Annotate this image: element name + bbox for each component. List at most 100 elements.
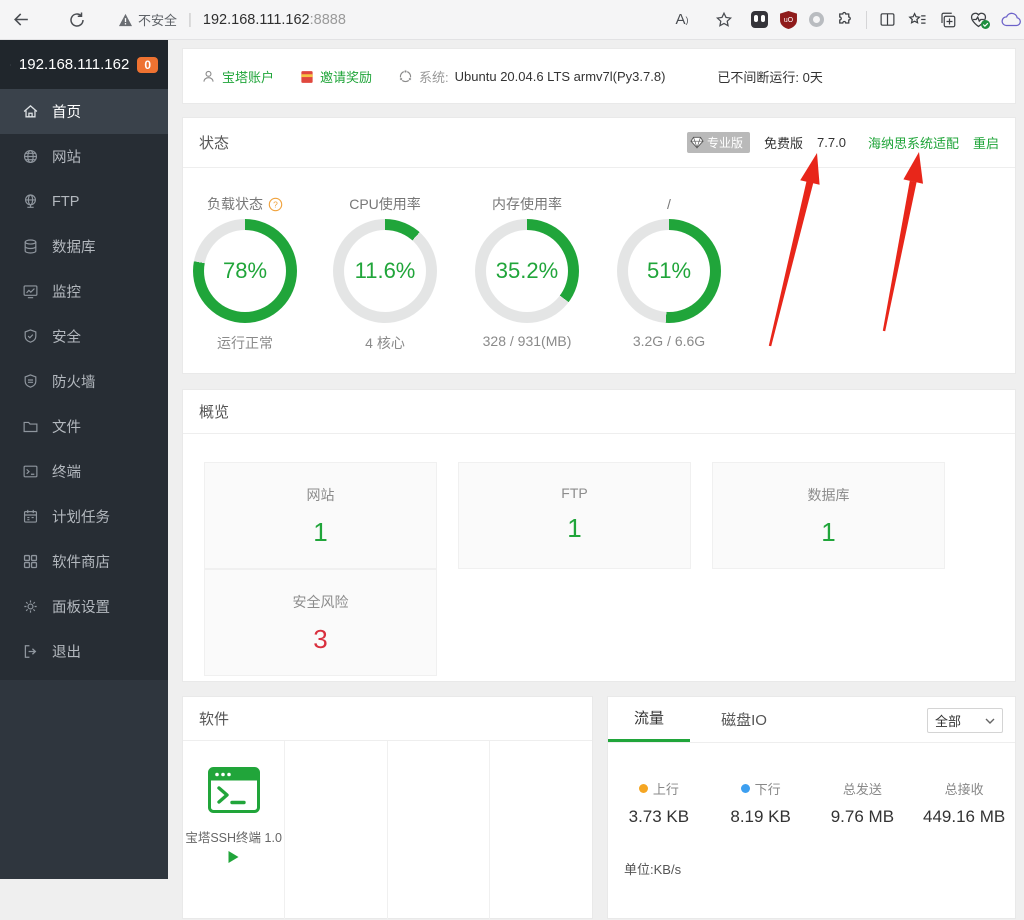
- extension-dark-icon[interactable]: [751, 11, 768, 28]
- gauge-memory: 内存使用率 35.2% 328 / 931(MB): [465, 194, 589, 349]
- gauge-sub: 运行正常: [183, 333, 307, 353]
- message-count-badge[interactable]: 0: [137, 57, 158, 73]
- gauge-value: 35.2%: [496, 258, 558, 284]
- sidebar-item-label: 终端: [52, 461, 81, 482]
- collections-icon[interactable]: [939, 11, 957, 29]
- toolbar-divider: [866, 11, 867, 29]
- upstream-dot-icon: [639, 784, 648, 793]
- database-icon: [22, 238, 39, 255]
- overview-value: 1: [459, 513, 690, 544]
- address-bar[interactable]: 不安全 | 192.168.111.162:8888: [118, 10, 667, 29]
- sidebar-item-monitor[interactable]: 监控: [0, 269, 168, 314]
- sidebar-item-label: 软件商店: [52, 551, 110, 572]
- security-label: 不安全: [138, 10, 177, 29]
- refresh-icon[interactable]: [62, 5, 92, 35]
- stat-value: 449.16 MB: [913, 807, 1015, 827]
- cloud-icon[interactable]: [1000, 12, 1022, 28]
- sidebar-item-label: 监控: [52, 281, 81, 302]
- sidebar-item-settings[interactable]: 面板设置: [0, 584, 168, 629]
- terminal-icon: [22, 463, 39, 480]
- gauge-label: /: [667, 196, 671, 212]
- sidebar-item-home[interactable]: 首页: [0, 89, 168, 134]
- gauge-ring: 35.2%: [475, 219, 579, 323]
- gear-icon: [22, 598, 39, 615]
- edition-label: 免费版: [764, 133, 803, 152]
- software-empty-cell: [285, 741, 387, 920]
- sidebar-item-logout[interactable]: 退出: [0, 629, 168, 674]
- traffic-tabs: 流量 磁盘IO 全部: [608, 697, 1015, 743]
- ublock-icon[interactable]: uO: [780, 11, 797, 29]
- sidebar-item-label: 文件: [52, 416, 81, 437]
- sidebar-item-firewall[interactable]: 防火墙: [0, 359, 168, 404]
- system-value: Ubuntu 20.04.6 LTS armv7l(Py3.7.8): [455, 69, 666, 84]
- sidebar-item-files[interactable]: 文件: [0, 404, 168, 449]
- monitor-chart-icon: [22, 283, 39, 300]
- downstream-dot-icon: [741, 784, 750, 793]
- favorites-bar-icon[interactable]: [908, 11, 927, 28]
- home-icon: [22, 103, 39, 120]
- sidebar-item-website[interactable]: 网站: [0, 134, 168, 179]
- sidebar-item-label: 防火墙: [52, 371, 96, 392]
- browser-essentials-icon[interactable]: [969, 11, 988, 28]
- hinas-adapt-link[interactable]: 海纳思系统适配: [868, 133, 959, 152]
- help-icon[interactable]: ?: [268, 197, 283, 212]
- site-security[interactable]: 不安全: [118, 10, 177, 29]
- tab-disk-io[interactable]: 磁盘IO: [690, 696, 798, 742]
- software-empty-cell: [388, 741, 490, 920]
- software-title: 软件: [199, 708, 229, 729]
- pro-version-badge[interactable]: 专业版: [687, 132, 750, 153]
- address-divider: |: [188, 11, 192, 28]
- overview-grid: 网站 1 FTP 1 数据库 1 安全风险 3: [204, 462, 1015, 676]
- overview-label: 数据库: [713, 485, 944, 505]
- overview-card-database[interactable]: 数据库 1: [712, 462, 945, 569]
- overview-value: 1: [713, 517, 944, 548]
- stat-value: 3.73 KB: [608, 807, 710, 827]
- server-ip-row[interactable]: 192.168.111.162 0: [0, 40, 168, 89]
- traffic-unit-label: 单位:KB/s: [624, 859, 1015, 878]
- stat-downstream: 下行 8.19 KB: [710, 779, 812, 827]
- overview-card-security-risk[interactable]: 安全风险 3: [204, 569, 437, 676]
- sidebar-item-label: 数据库: [52, 236, 96, 257]
- version-number: 7.7.0: [817, 135, 846, 150]
- traffic-filter-value: 全部: [935, 711, 961, 730]
- sidebar-item-database[interactable]: 数据库: [0, 224, 168, 269]
- bt-account-link[interactable]: 宝塔账户: [201, 67, 274, 86]
- software-grid: 宝塔SSH终端 1.0: [183, 741, 592, 920]
- stat-upstream: 上行 3.73 KB: [608, 779, 710, 827]
- sidebar-item-terminal[interactable]: 终端: [0, 449, 168, 494]
- extensions-puzzle-icon[interactable]: [836, 11, 854, 29]
- sidebar-item-ftp[interactable]: FTP: [0, 179, 168, 224]
- overview-label: 网站: [205, 485, 436, 505]
- split-screen-icon[interactable]: [879, 11, 896, 28]
- calendar-icon: [22, 508, 39, 525]
- tab-traffic[interactable]: 流量: [608, 696, 690, 742]
- bt-panel-dashboard: { "browser": { "security_label": "不安全", …: [0, 0, 1024, 879]
- sidebar-item-cron[interactable]: 计划任务: [0, 494, 168, 539]
- restart-link[interactable]: 重启: [973, 133, 999, 152]
- overview-card-website[interactable]: 网站 1: [204, 462, 437, 569]
- overview-card-ftp[interactable]: FTP 1: [458, 462, 691, 569]
- globe-icon: [22, 148, 39, 165]
- gauge-ring: 78%: [193, 219, 297, 323]
- sidebar-item-security[interactable]: 安全: [0, 314, 168, 359]
- extension-ring-icon[interactable]: [809, 12, 824, 27]
- gauge-value: 51%: [647, 258, 691, 284]
- sidebar-item-label: 退出: [52, 641, 81, 662]
- software-launch-icon[interactable]: [183, 850, 284, 864]
- gauge-value: 11.6%: [355, 258, 416, 284]
- url-text[interactable]: 192.168.111.162:8888: [203, 12, 346, 28]
- shield-check-icon: [22, 328, 39, 345]
- browser-toolbar: 不安全 | 192.168.111.162:8888 A) uO: [0, 0, 1024, 40]
- gift-icon: [300, 69, 314, 84]
- back-icon[interactable]: [6, 5, 36, 35]
- traffic-filter-select[interactable]: 全部: [927, 708, 1003, 733]
- sidebar-item-appstore[interactable]: 软件商店: [0, 539, 168, 584]
- software-item-ssh-terminal[interactable]: 宝塔SSH终端 1.0: [183, 741, 285, 920]
- favorite-star-icon[interactable]: [709, 5, 739, 35]
- gauge-ring: 11.6%: [333, 219, 437, 323]
- sidebar-item-label: 计划任务: [52, 506, 110, 527]
- stat-value: 9.76 MB: [812, 807, 914, 827]
- read-aloud-icon[interactable]: A): [667, 5, 697, 35]
- stat-value: 8.19 KB: [710, 807, 812, 827]
- invite-reward-link[interactable]: 邀请奖励: [300, 67, 372, 86]
